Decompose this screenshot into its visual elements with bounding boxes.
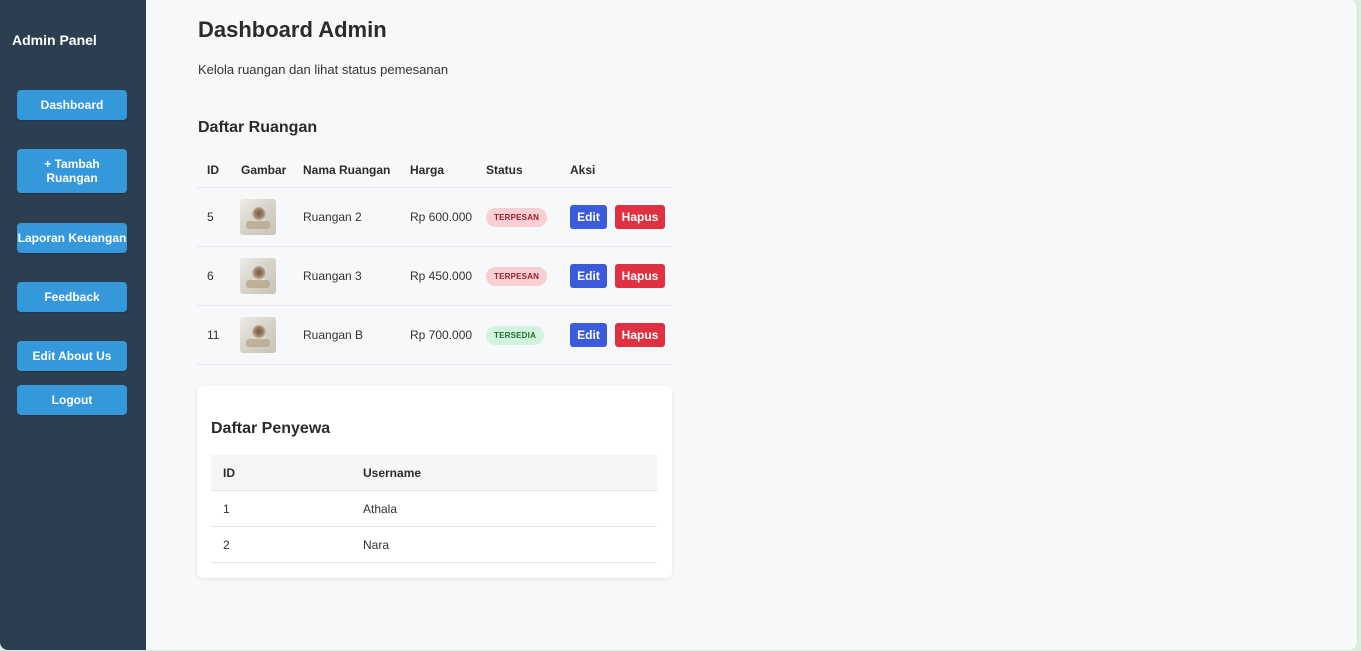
rooms-section-title: Daftar Ruangan <box>198 119 318 136</box>
table-row: 1 Athala <box>211 491 657 527</box>
room-id: 11 <box>207 328 220 342</box>
sidebar-item-dashboard[interactable]: Dashboard <box>17 90 127 120</box>
room-name: Ruangan 2 <box>303 210 362 224</box>
sidebar-item-add-room[interactable]: + Tambah Ruangan <box>17 149 127 193</box>
table-row: 6 Ruangan 3 Rp 450.000 TERPESAN Edit Hap… <box>196 247 672 306</box>
room-name: Ruangan B <box>303 328 364 342</box>
room-thumbnail-icon <box>240 199 276 235</box>
room-price: Rp 450.000 <box>410 269 473 283</box>
delete-button[interactable]: Hapus <box>615 205 665 229</box>
column-header-id: ID <box>223 465 235 480</box>
table-row: 5 Ruangan 2 Rp 600.000 TERPESAN Edit Hap… <box>196 188 672 247</box>
tenants-card: Daftar Penyewa ID Username 1 Athala 2 Na… <box>197 386 672 578</box>
main-content: Dashboard Admin Kelola ruangan dan lihat… <box>146 0 1357 650</box>
room-price: Rp 700.000 <box>410 328 473 342</box>
rooms-table: ID Gambar Nama Ruangan Harga Status Aksi… <box>196 153 672 365</box>
room-id: 5 <box>207 210 214 224</box>
tenant-username: Athala <box>363 501 398 516</box>
room-name: Ruangan 3 <box>303 269 362 283</box>
column-header-id: ID <box>207 163 219 177</box>
tenants-table: ID Username 1 Athala 2 Nara <box>211 455 657 563</box>
sidebar-item-edit-about-us[interactable]: Edit About Us <box>17 341 127 371</box>
sidebar-item-finance-report[interactable]: Laporan Keuangan <box>17 223 127 253</box>
sidebar: Admin Panel Dashboard + Tambah Ruangan L… <box>0 0 146 650</box>
sidebar-title: Admin Panel <box>12 32 97 48</box>
column-header-image: Gambar <box>241 163 287 177</box>
tenant-id: 2 <box>223 537 230 552</box>
sidebar-item-logout[interactable]: Logout <box>17 385 127 415</box>
edit-button[interactable]: Edit <box>570 323 607 347</box>
column-header-username: Username <box>363 465 422 480</box>
room-price: Rp 600.000 <box>410 210 473 224</box>
sidebar-item-feedback[interactable]: Feedback <box>17 282 127 312</box>
page-title: Dashboard Admin <box>198 17 387 42</box>
app-window: Admin Panel Dashboard + Tambah Ruangan L… <box>0 0 1358 650</box>
edit-button[interactable]: Edit <box>570 205 607 229</box>
column-header-status: Status <box>486 163 523 177</box>
table-row: 2 Nara <box>211 527 657 563</box>
tenants-section-title: Daftar Penyewa <box>211 420 331 437</box>
delete-button[interactable]: Hapus <box>615 323 665 347</box>
status-badge: TERPESAN <box>486 266 548 286</box>
delete-button[interactable]: Hapus <box>615 264 665 288</box>
room-id: 6 <box>207 269 214 283</box>
room-thumbnail-icon <box>240 317 276 353</box>
column-header-price: Harga <box>410 163 445 177</box>
room-thumbnail-icon <box>240 258 276 294</box>
edit-button[interactable]: Edit <box>570 264 607 288</box>
tenants-table-header: ID Username <box>211 455 657 491</box>
column-header-actions: Aksi <box>570 163 596 177</box>
rooms-table-header: ID Gambar Nama Ruangan Harga Status Aksi <box>196 153 672 188</box>
status-badge: TERPESAN <box>486 207 548 227</box>
column-header-room-name: Nama Ruangan <box>303 163 391 177</box>
page-subtitle: Kelola ruangan dan lihat status pemesana… <box>198 62 449 77</box>
table-row: 11 Ruangan B Rp 700.000 TERSEDIA Edit Ha… <box>196 306 672 365</box>
status-badge: TERSEDIA <box>486 325 545 345</box>
tenant-username: Nara <box>363 537 390 552</box>
tenant-id: 1 <box>223 501 230 516</box>
